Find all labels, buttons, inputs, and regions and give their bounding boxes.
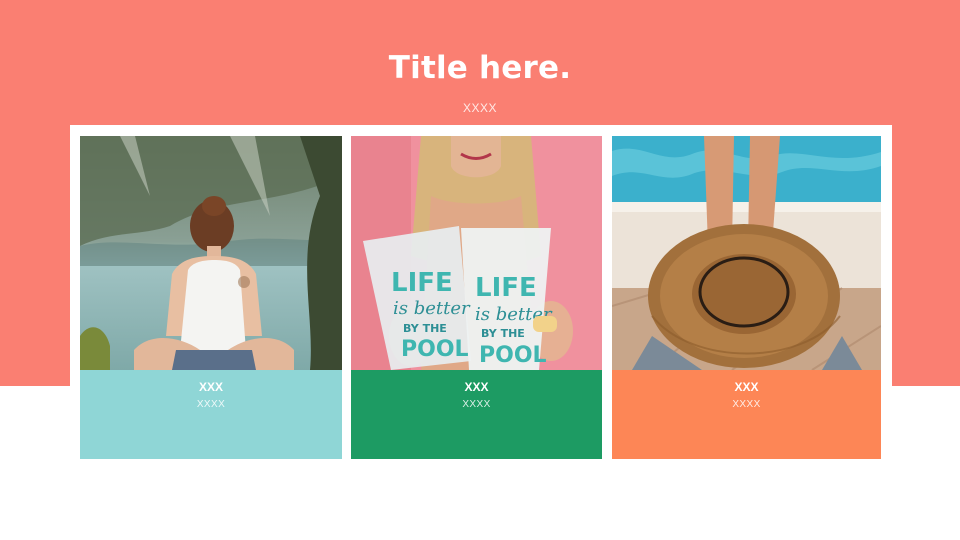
straw-hat-poolside-photo (612, 136, 881, 370)
cup-1-text-life: LIFE (391, 268, 453, 298)
card-3-caption: XXX XXXX (612, 370, 881, 459)
page-subtitle: XXXX (462, 101, 497, 115)
card-1-subtitle: XXXX (196, 399, 226, 410)
card-3: XXX XXXX (612, 136, 881, 459)
card-2-caption: XXX XXXX (351, 370, 602, 459)
cup-2-text-by: BY THE (481, 327, 525, 340)
woman-at-lake-photo (80, 136, 342, 370)
cup-1-text-better: is better (393, 298, 471, 319)
card-2-title: XXX (464, 380, 489, 394)
cup-1-text-by: BY THE (403, 322, 447, 335)
card-3-subtitle: XXXX (732, 399, 761, 410)
cup-2-text-pool: POOL (479, 343, 547, 368)
card-2-subtitle: XXXX (462, 399, 491, 410)
cup-2-text-life: LIFE (475, 273, 537, 303)
card-2: LIFE is better BY THE POOL LIFE is bette… (351, 136, 602, 459)
pool-cups-photo: LIFE is better BY THE POOL LIFE is bette… (351, 136, 602, 370)
card-1-title: XXX (198, 380, 223, 394)
card-1: XXX XXXX (80, 136, 342, 459)
cup-1-text-pool: POOL (401, 337, 469, 362)
card-3-title: XXX (734, 380, 759, 394)
page-title: Title here. (388, 50, 572, 86)
card-1-caption: XXX XXXX (80, 370, 342, 459)
